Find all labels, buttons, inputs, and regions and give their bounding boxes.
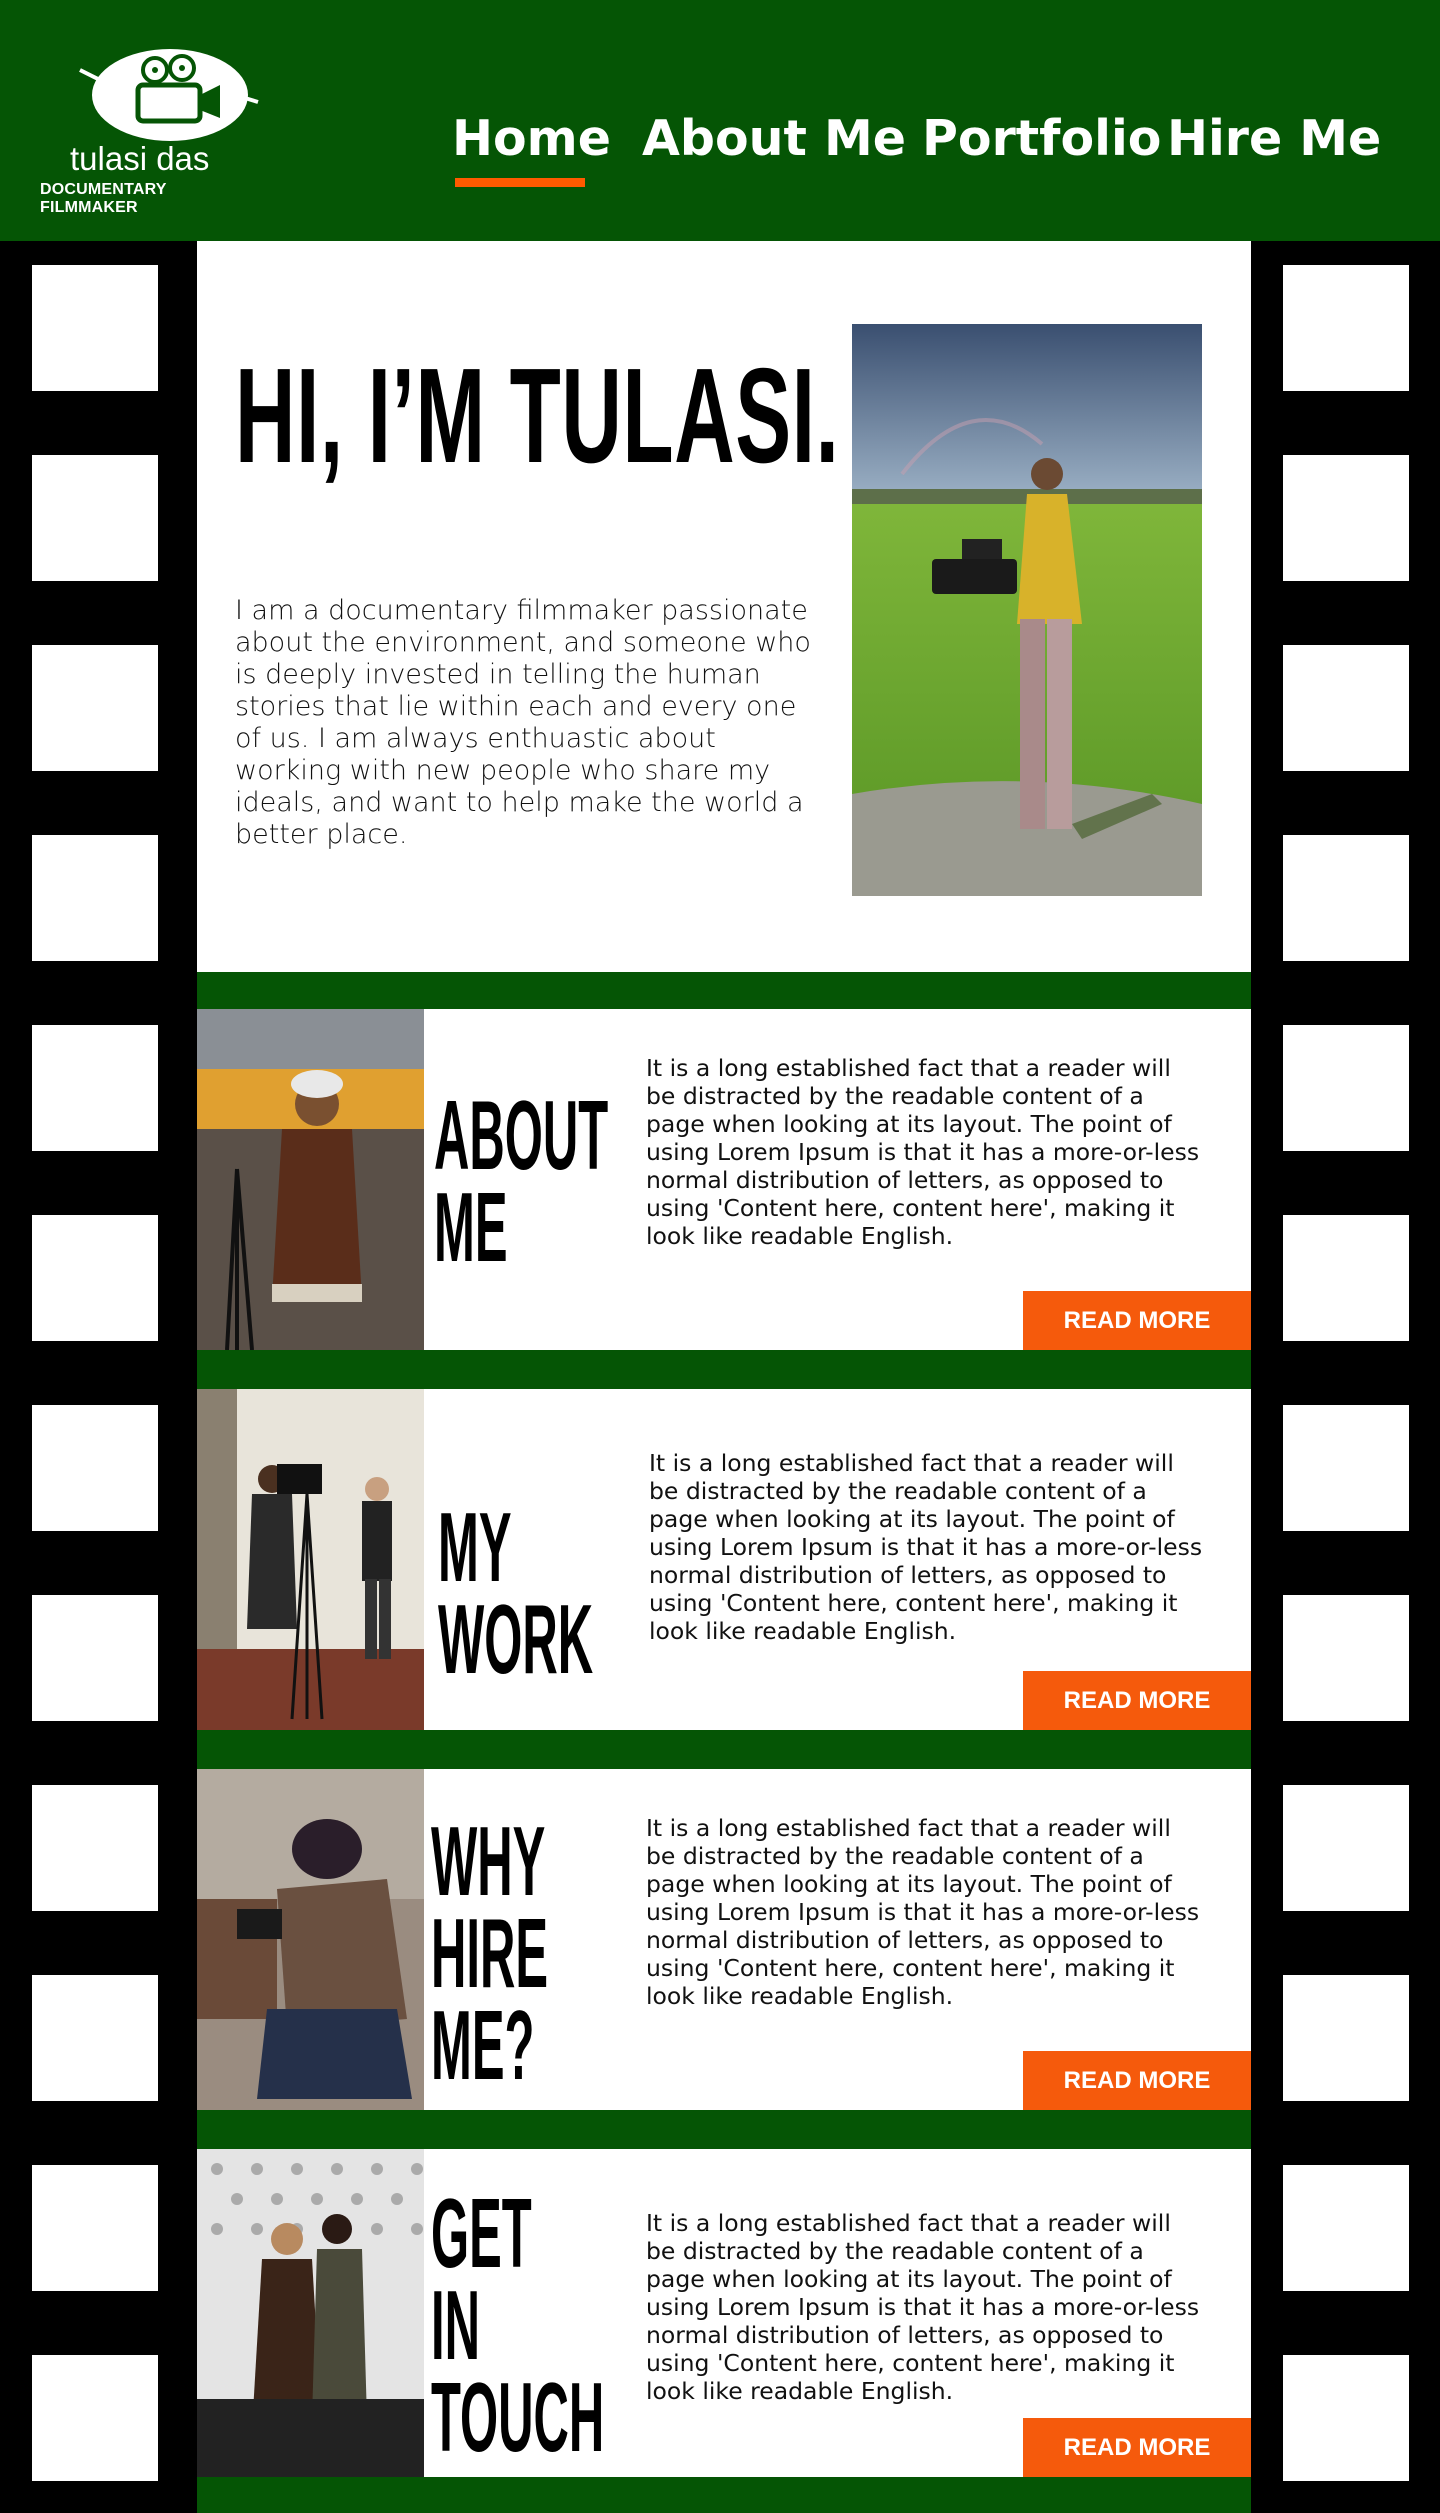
sprocket-hole xyxy=(32,2165,158,2291)
why-hire-me-photo xyxy=(197,1769,424,2110)
why-hire-me-text: It is a long established fact that a rea… xyxy=(646,1814,1200,2010)
sprocket-hole xyxy=(1283,2165,1409,2291)
sprocket-hole xyxy=(1283,2355,1409,2481)
sprocket-hole xyxy=(1283,1025,1409,1151)
why-hire-me-heading: WHY HIRE ME? xyxy=(431,1806,549,2100)
nav-home[interactable]: Home xyxy=(452,110,611,167)
sprocket-hole xyxy=(1283,1595,1409,1721)
sprocket-hole xyxy=(1283,1975,1409,2101)
get-in-touch-heading: GET IN TOUCH xyxy=(431,2178,605,2472)
get-in-touch-photo xyxy=(197,2149,424,2477)
about-me-photo xyxy=(197,1009,424,1350)
site-header: tulasi das DOCUMENTARY FILMMAKER Home Ab… xyxy=(0,0,1440,241)
sprocket-hole xyxy=(1283,1405,1409,1531)
hero-intro-text: I am a documentary filmmaker passionate … xyxy=(235,595,811,850)
why-hire-me-section: WHY HIRE ME? It is a long established fa… xyxy=(197,1769,1251,2110)
sprocket-hole xyxy=(1283,835,1409,961)
about-me-text: It is a long established fact that a rea… xyxy=(646,1054,1200,1250)
sprocket-hole xyxy=(32,1975,158,2101)
logo[interactable]: tulasi das DOCUMENTARY FILMMAKER xyxy=(30,40,260,216)
about-me-read-more-button[interactable]: READ MORE xyxy=(1023,1291,1251,1350)
nav-about-me[interactable]: About Me xyxy=(642,110,906,167)
nav-active-indicator xyxy=(455,178,585,187)
my-work-read-more-button[interactable]: READ MORE xyxy=(1023,1671,1251,1730)
my-work-text: It is a long established fact that a rea… xyxy=(649,1449,1203,1645)
brand-name: tulasi das xyxy=(70,140,210,177)
nav-hire-me[interactable]: Hire Me xyxy=(1167,110,1381,167)
sprocket-hole xyxy=(1283,265,1409,391)
sprocket-hole xyxy=(32,1215,158,1341)
sprocket-hole xyxy=(32,645,158,771)
get-in-touch-read-more-button[interactable]: READ MORE xyxy=(1023,2418,1251,2477)
about-me-section: ABOUT ME It is a long established fact t… xyxy=(197,1009,1251,1350)
sprocket-hole xyxy=(32,1595,158,1721)
hero-section: HI, I’M TULASI. I am a documentary filmm… xyxy=(197,241,1251,972)
brand-tagline: DOCUMENTARY FILMMAKER xyxy=(40,181,167,216)
get-in-touch-section: GET IN TOUCH It is a long established fa… xyxy=(197,2149,1251,2477)
get-in-touch-text: It is a long established fact that a rea… xyxy=(646,2209,1200,2405)
my-work-heading: MY WORK xyxy=(438,1492,594,1694)
sprocket-hole xyxy=(1283,1785,1409,1911)
sprocket-hole xyxy=(32,835,158,961)
main-content: HI, I’M TULASI. I am a documentary filmm… xyxy=(197,241,1251,2513)
sprocket-hole xyxy=(1283,1215,1409,1341)
sprocket-hole xyxy=(1283,645,1409,771)
my-work-photo xyxy=(197,1389,424,1730)
sprocket-hole xyxy=(1283,455,1409,581)
sprocket-hole xyxy=(32,455,158,581)
sprocket-hole xyxy=(32,1785,158,1911)
about-me-heading: ABOUT ME xyxy=(434,1080,609,1282)
film-strip-right xyxy=(1251,241,1440,2513)
sprocket-hole xyxy=(32,265,158,391)
sprocket-hole xyxy=(32,1405,158,1531)
nav-portfolio[interactable]: Portfolio xyxy=(922,110,1161,167)
camera-leaf-logo-icon xyxy=(79,49,259,141)
my-work-section: MY WORK It is a long established fact th… xyxy=(197,1389,1251,1730)
hero-title: HI, I’M TULASI. xyxy=(235,340,840,491)
sprocket-hole xyxy=(32,1025,158,1151)
why-hire-me-read-more-button[interactable]: READ MORE xyxy=(1023,2051,1251,2110)
sprocket-hole xyxy=(32,2355,158,2481)
hero-portrait-photo xyxy=(852,324,1202,896)
film-strip-left xyxy=(0,241,197,2513)
